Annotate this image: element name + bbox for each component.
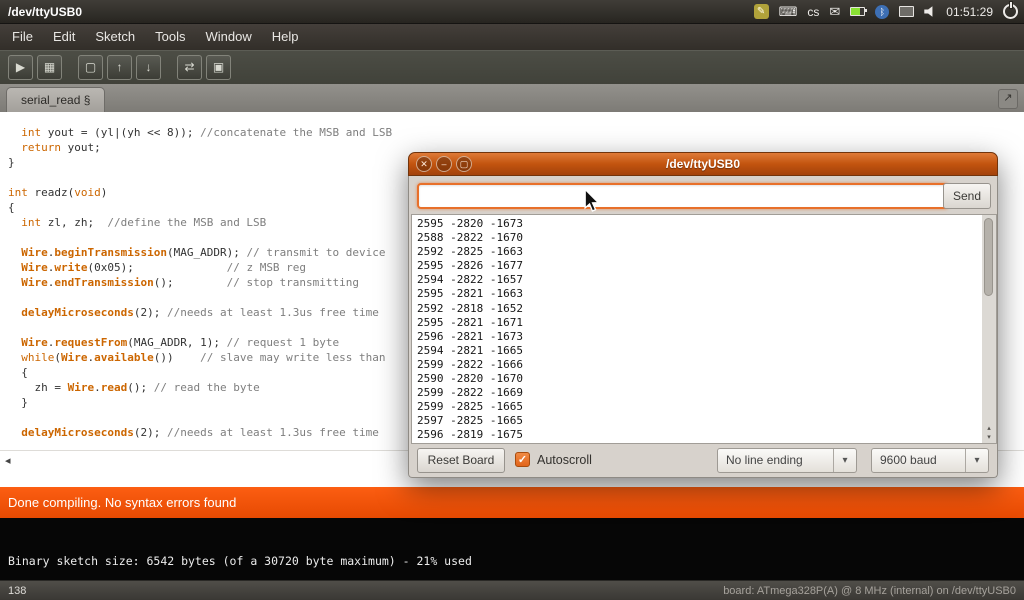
- footer-status-bar: 138 board: ATmega328P(A) @ 8 MHz (intern…: [0, 580, 1024, 600]
- mail-icon[interactable]: ✉: [829, 4, 840, 20]
- scrollbar-arrows[interactable]: ▴ ▾: [982, 424, 996, 442]
- upload-button[interactable]: ⇄: [177, 55, 202, 80]
- menu-tools[interactable]: Tools: [145, 24, 195, 50]
- build-console: Binary sketch size: 6542 bytes (of a 307…: [0, 518, 1024, 580]
- serial-line: 2599 -2825 -1665: [417, 400, 982, 414]
- serial-line: 2597 -2825 -1665: [417, 414, 982, 428]
- window-title: /dev/ttyUSB0: [8, 5, 82, 19]
- tab-serial-read[interactable]: serial_read §: [6, 87, 105, 112]
- session-power-icon[interactable]: [1003, 4, 1018, 19]
- serial-output[interactable]: 2595 -2820 -16732588 -2822 -16702592 -28…: [411, 214, 983, 444]
- line-ending-dropdown[interactable]: No line ending ▾: [717, 448, 857, 473]
- keyboard-icon[interactable]: ⌨: [779, 5, 798, 19]
- serial-output-scrollbar[interactable]: ▴ ▾: [982, 214, 997, 444]
- open-sketch-button[interactable]: ↑: [107, 55, 132, 80]
- baud-rate-dropdown[interactable]: 9600 baud ▾: [871, 448, 989, 473]
- scrollbar-thumb[interactable]: [984, 218, 993, 296]
- serial-line: 2592 -2825 -1663: [417, 245, 982, 259]
- build-console-text: Binary sketch size: 6542 bytes (of a 307…: [8, 554, 472, 568]
- board-info: board: ATmega328P(A) @ 8 MHz (internal) …: [723, 585, 1016, 597]
- serial-monitor-body: Send 2595 -2820 -16732588 -2822 -1670259…: [408, 176, 998, 478]
- autoscroll-label: Autoscroll: [537, 453, 592, 467]
- serial-line: 2592 -2818 -1652: [417, 302, 982, 316]
- bluetooth-icon[interactable]: ᛒ: [875, 5, 889, 19]
- serial-line: 2596 -2821 -1673: [417, 330, 982, 344]
- line-number-indicator: 138: [8, 585, 26, 597]
- menu-file[interactable]: File: [2, 24, 43, 50]
- hscroll-left-arrow-icon[interactable]: ◂: [5, 454, 11, 467]
- serial-line: 2595 -2826 -1677: [417, 259, 982, 273]
- serial-line: 2596 -2819 -1675: [417, 428, 982, 442]
- toolbar: ▶▦ ▢↑↓ ⇄▣: [0, 50, 1024, 84]
- battery-icon[interactable]: [850, 7, 865, 16]
- menu-sketch[interactable]: Sketch: [85, 24, 145, 50]
- serial-line: 2588 -2822 -1670: [417, 231, 982, 245]
- serial-send-input[interactable]: [417, 183, 949, 209]
- pencil-icon: ✎: [757, 6, 765, 17]
- serial-line: 2599 -2822 -1669: [417, 386, 982, 400]
- menu-window[interactable]: Window: [195, 24, 261, 50]
- close-icon[interactable]: ✕: [416, 156, 432, 172]
- new-sketch-button[interactable]: ▢: [78, 55, 103, 80]
- screen: /dev/ttyUSB0 ✎ ⌨ cs ✉ ᛒ 01:51:29 FileEdi…: [0, 0, 1024, 600]
- menu-help[interactable]: Help: [262, 24, 309, 50]
- keyboard-layout-indicator[interactable]: cs: [807, 5, 819, 19]
- clock[interactable]: 01:51:29: [946, 5, 993, 19]
- send-button[interactable]: Send: [943, 183, 991, 209]
- baud-rate-value: 9600 baud: [880, 449, 937, 472]
- serial-monitor-button[interactable]: ▣: [206, 55, 231, 80]
- notes-indicator-icon[interactable]: ✎: [754, 4, 769, 19]
- reset-board-button[interactable]: Reset Board: [417, 448, 505, 473]
- autoscroll-checkbox[interactable]: ✓: [515, 452, 530, 467]
- network-icon[interactable]: [899, 6, 914, 17]
- serial-line: 2594 -2821 -1665: [417, 344, 982, 358]
- compile-status-message: Done compiling. No syntax errors found: [8, 495, 236, 510]
- minimize-icon[interactable]: –: [436, 156, 452, 172]
- stop-button[interactable]: ▦: [37, 55, 62, 80]
- serial-monitor-title: /dev/ttyUSB0: [666, 157, 740, 171]
- menu-edit[interactable]: Edit: [43, 24, 85, 50]
- code-line: int yout = (yl|(yh << 8)); //concatenate…: [8, 126, 1024, 141]
- serial-line: 2590 -2820 -1670: [417, 372, 982, 386]
- line-ending-value: No line ending: [726, 449, 803, 472]
- tab-bar: serial_read § ↗: [0, 84, 1024, 112]
- volume-icon[interactable]: [924, 6, 936, 17]
- compile-status-bar: Done compiling. No syntax errors found: [0, 487, 1024, 518]
- verify-button[interactable]: ▶: [8, 55, 33, 80]
- tab-menu-button[interactable]: ↗: [998, 89, 1018, 109]
- save-sketch-button[interactable]: ↓: [136, 55, 161, 80]
- serial-line: 2595 -2821 -1671: [417, 316, 982, 330]
- serial-line: 2594 -2822 -1657: [417, 273, 982, 287]
- serial-monitor-window: ✕ – ▢ /dev/ttyUSB0 Send 2595 -2820 -1673…: [408, 152, 998, 478]
- window-controls: ✕ – ▢: [416, 156, 472, 172]
- system-tray: ✎ ⌨ cs ✉ ᛒ 01:51:29: [754, 4, 1018, 20]
- top-panel: /dev/ttyUSB0 ✎ ⌨ cs ✉ ᛒ 01:51:29: [0, 0, 1024, 24]
- serial-line: 2595 -2820 -1673: [417, 217, 982, 231]
- maximize-icon[interactable]: ▢: [456, 156, 472, 172]
- serial-monitor-titlebar[interactable]: ✕ – ▢ /dev/ttyUSB0: [408, 152, 998, 176]
- chevron-down-icon: ▾: [833, 449, 856, 472]
- serial-line: 2595 -2821 -1663: [417, 287, 982, 301]
- scroll-down-icon[interactable]: ▾: [987, 434, 991, 441]
- menu-bar: FileEditSketchToolsWindowHelp: [0, 24, 1024, 50]
- serial-line: 2599 -2822 -1666: [417, 358, 982, 372]
- chevron-down-icon: ▾: [965, 449, 988, 472]
- scroll-up-icon[interactable]: ▴: [987, 425, 991, 432]
